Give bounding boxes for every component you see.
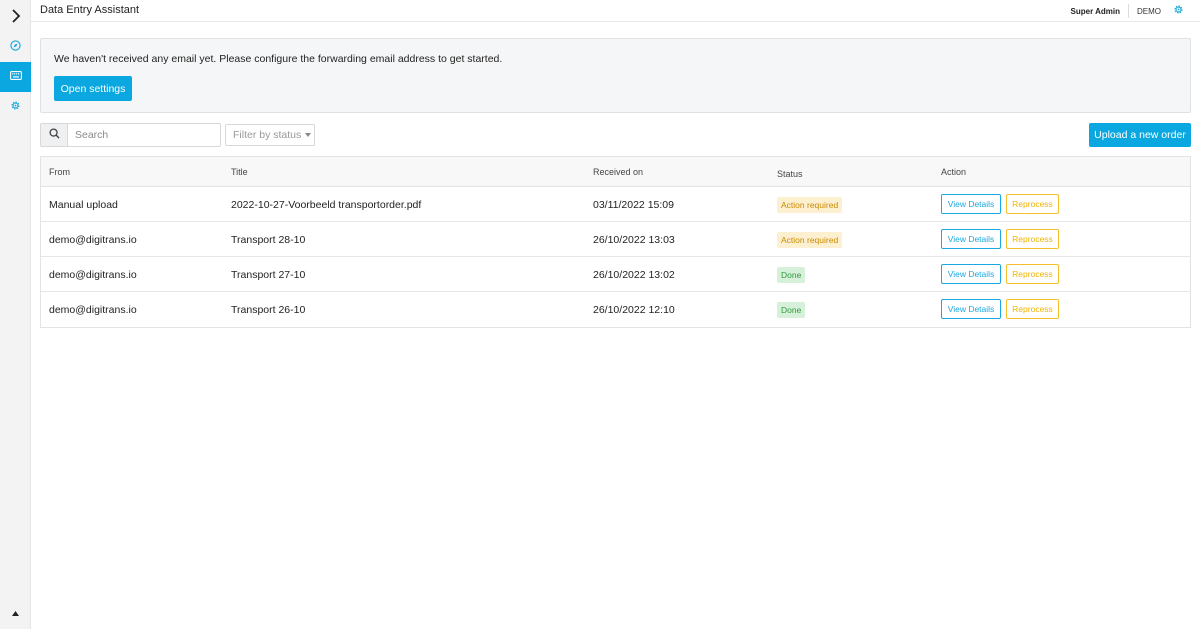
table-header: From Title Received on Status Action: [41, 157, 1190, 187]
alert-message: We haven't received any email yet. Pleas…: [54, 53, 503, 65]
reprocess-button[interactable]: Reprocess: [1006, 264, 1059, 284]
search-box: [40, 123, 221, 147]
keyboard-icon: [9, 71, 22, 83]
table-row: demo@digitrans.io Transport 27-10 26/10/…: [41, 257, 1190, 292]
view-details-button[interactable]: View Details: [941, 194, 1001, 214]
reprocess-button[interactable]: Reprocess: [1006, 229, 1059, 249]
table-body: Manual upload 2022-10-27-Voorbeeld trans…: [41, 187, 1190, 327]
search-button[interactable]: [41, 124, 68, 146]
status-badge: Done: [777, 301, 806, 318]
cell-title: 2022-10-27-Voorbeeld transportorder.pdf: [231, 198, 422, 211]
table-row: demo@digitrans.io Transport 28-10 26/10/…: [41, 222, 1190, 257]
column-header-received-on[interactable]: Received on: [593, 157, 643, 187]
sidebar-item-settings[interactable]: [0, 92, 31, 122]
user-name[interactable]: Super Admin: [1071, 7, 1128, 16]
row-actions: View Details Reprocess: [941, 264, 1059, 284]
sidebar: [0, 0, 31, 629]
reprocess-button[interactable]: Reprocess: [1006, 299, 1059, 319]
cell-title: Transport 28-10: [231, 233, 306, 246]
header-user-area: Super Admin DEMO: [1071, 0, 1184, 22]
caret-down-icon: [305, 133, 312, 137]
status-badge: Action required: [777, 231, 843, 248]
cell-status: Done: [777, 257, 806, 292]
status-badge: Action required: [777, 196, 843, 213]
row-actions: View Details Reprocess: [941, 194, 1059, 214]
cell-status: Done: [777, 292, 806, 327]
table-row: Manual upload 2022-10-27-Voorbeeld trans…: [41, 187, 1190, 222]
top-header: Data Entry Assistant Super Admin DEMO: [31, 0, 1200, 22]
cell-status: Action required: [777, 187, 843, 222]
sidebar-collapse-caret-icon[interactable]: [0, 605, 31, 621]
cell-from: demo@digitrans.io: [49, 268, 137, 281]
upload-new-order-button[interactable]: Upload a new order: [1089, 123, 1191, 147]
sidebar-item-dashboard[interactable]: [0, 32, 31, 62]
status-badge: Done: [777, 266, 806, 283]
cell-received-on: 26/10/2022 13:03: [593, 233, 675, 246]
view-details-button[interactable]: View Details: [941, 229, 1001, 249]
cell-from: Manual upload: [49, 198, 118, 211]
cell-received-on: 26/10/2022 13:02: [593, 268, 675, 281]
cell-status: Action required: [777, 222, 843, 257]
table-row: demo@digitrans.io Transport 26-10 26/10/…: [41, 292, 1190, 327]
sidebar-expand-chevron-icon[interactable]: [0, 0, 31, 31]
row-actions: View Details Reprocess: [941, 299, 1059, 319]
cell-from: demo@digitrans.io: [49, 233, 137, 246]
status-filter-select[interactable]: Filter by status: [225, 124, 315, 146]
cell-received-on: 26/10/2022 12:10: [593, 303, 675, 316]
open-settings-button[interactable]: Open settings: [54, 76, 132, 101]
view-details-button[interactable]: View Details: [941, 264, 1001, 284]
column-header-status[interactable]: Status: [777, 159, 803, 189]
header-gear-icon[interactable]: [1173, 4, 1184, 18]
no-email-alert: We haven't received any email yet. Pleas…: [40, 38, 1191, 113]
column-header-action: Action: [941, 167, 967, 177]
gear-icon: [10, 100, 21, 114]
cell-from: demo@digitrans.io: [49, 303, 137, 316]
cell-received-on: 03/11/2022 15:09: [593, 198, 674, 211]
view-details-button[interactable]: View Details: [941, 299, 1001, 319]
cell-title: Transport 26-10: [231, 303, 306, 316]
column-header-title[interactable]: Title: [231, 157, 248, 187]
sidebar-item-data-entry[interactable]: [0, 62, 31, 92]
search-icon: [48, 128, 60, 142]
app-title: Data Entry Assistant: [40, 4, 140, 16]
row-actions: View Details Reprocess: [941, 229, 1059, 249]
reprocess-button[interactable]: Reprocess: [1006, 194, 1059, 214]
organization-name[interactable]: DEMO: [1129, 7, 1173, 16]
orders-table: From Title Received on Status Action Man…: [40, 156, 1191, 328]
search-input[interactable]: [68, 124, 220, 146]
compass-icon: [10, 40, 21, 54]
cell-title: Transport 27-10: [231, 268, 306, 281]
column-header-from[interactable]: From: [49, 157, 70, 187]
filter-placeholder: Filter by status: [233, 129, 302, 141]
